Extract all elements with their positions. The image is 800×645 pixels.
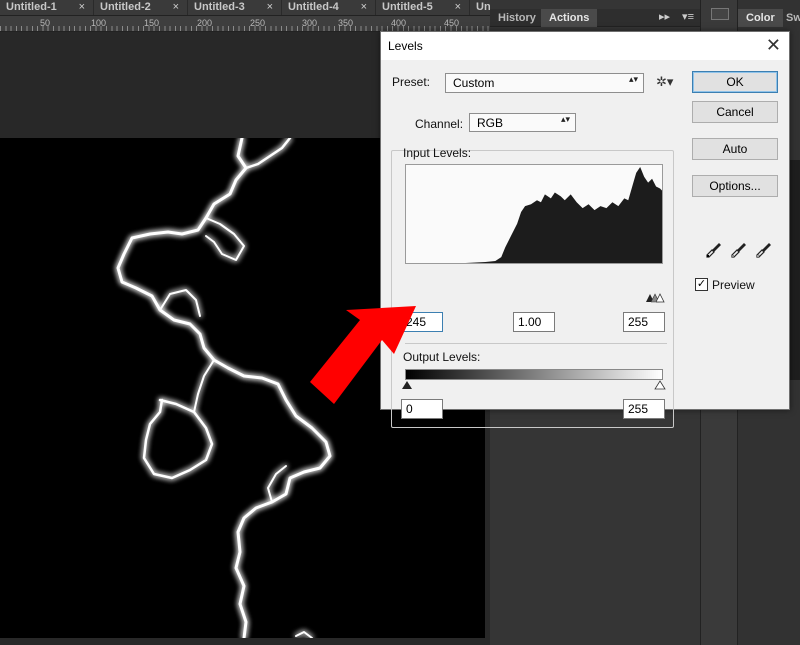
panel-menu-icon[interactable]: ▾≡ <box>682 10 694 23</box>
document-tab-untitled-5[interactable]: Untitled-5 × <box>376 0 470 15</box>
white-eyedropper-icon[interactable] <box>754 240 774 260</box>
levels-dialog: Levels ✕ Preset: Custom ▴▾ ✲▾ OK Cancel … <box>380 31 790 428</box>
dialog-body: Preset: Custom ▴▾ ✲▾ OK Cancel Auto Opti… <box>381 60 789 428</box>
gray-eyedropper-icon[interactable] <box>729 240 749 260</box>
document-tab-untitled-6[interactable]: Untitled-6 <box>470 0 490 15</box>
input-black-field[interactable]: 245 <box>401 312 443 332</box>
tab-title: Untitled-2 <box>100 1 151 13</box>
gear-icon[interactable]: ✲▾ <box>656 74 673 90</box>
preset-label: Preset: <box>392 75 431 89</box>
histogram <box>405 164 663 264</box>
panel-tab-bar: History Actions ▸▸ ▾≡ <box>490 9 700 27</box>
cancel-button[interactable]: Cancel <box>692 101 778 123</box>
select-arrows-icon: ▴▾ <box>628 74 638 84</box>
dialog-titlebar[interactable]: Levels ✕ <box>381 32 789 60</box>
dialog-title: Levels <box>388 39 423 53</box>
close-icon[interactable]: ✕ <box>766 35 781 56</box>
tab-title: Untitled-5 <box>382 1 433 13</box>
tab-title: Untitled-1 <box>6 1 57 13</box>
tab-title: Untitled-3 <box>194 1 245 13</box>
preview-checkbox[interactable]: ✓ <box>695 278 708 291</box>
tab-swatches[interactable]: Sw <box>778 9 800 27</box>
panel-collapse-icon[interactable]: ▸▸ <box>659 10 670 23</box>
input-levels-label: Input Levels: <box>403 146 472 160</box>
close-icon[interactable]: × <box>455 0 461 15</box>
select-arrows-icon: ▴▾ <box>560 114 570 124</box>
channel-label: Channel: <box>401 117 468 131</box>
input-white-field[interactable]: 255 <box>623 312 665 332</box>
separator <box>405 343 667 344</box>
auto-button[interactable]: Auto <box>692 138 778 160</box>
input-white-slider[interactable] <box>656 293 676 303</box>
document-tab-untitled-4[interactable]: Untitled-4 × <box>282 0 376 15</box>
document-tab-untitled-3[interactable]: Untitled-3 × <box>188 0 282 15</box>
ok-button[interactable]: OK <box>692 71 778 93</box>
horizontal-ruler: 50 100 150 200 250 300 350 400 450 <box>0 16 490 32</box>
document-tab-untitled-2[interactable]: Untitled-2 × <box>94 0 188 15</box>
close-icon[interactable]: × <box>267 0 273 15</box>
document-tab-bar: Untitled-1 × Untitled-2 × Untitled-3 × U… <box>0 0 490 16</box>
channel-select[interactable]: RGB ▴▾ <box>469 113 576 132</box>
tab-title: Untitled-4 <box>288 1 339 13</box>
options-button[interactable]: Options... <box>692 175 778 197</box>
output-white-slider[interactable] <box>654 380 666 390</box>
histogram-graph <box>406 166 662 263</box>
output-black-field[interactable]: 0 <box>401 399 443 419</box>
tab-title: Untitled-6 <box>476 1 490 13</box>
output-black-slider[interactable] <box>401 380 413 390</box>
output-levels-label: Output Levels: <box>403 350 481 364</box>
tab-history[interactable]: History <box>490 9 544 27</box>
preset-select[interactable]: Custom ▴▾ <box>445 73 644 93</box>
dock-button[interactable] <box>711 8 729 20</box>
channel-value: RGB <box>477 116 504 130</box>
black-eyedropper-icon[interactable] <box>704 240 724 260</box>
output-white-field[interactable]: 255 <box>623 399 665 419</box>
panel-preview-strip <box>790 160 800 380</box>
output-gradient-bar <box>405 369 663 380</box>
close-icon[interactable]: × <box>79 0 85 15</box>
close-icon[interactable]: × <box>173 0 179 15</box>
tab-color[interactable]: Color <box>738 9 783 27</box>
close-icon[interactable]: × <box>361 0 367 15</box>
preset-value: Custom <box>453 76 495 90</box>
document-tab-untitled-1[interactable]: Untitled-1 × <box>0 0 94 15</box>
preview-label: Preview <box>712 278 755 292</box>
tab-actions[interactable]: Actions <box>541 9 598 27</box>
input-gamma-field[interactable]: 1.00 <box>513 312 555 332</box>
